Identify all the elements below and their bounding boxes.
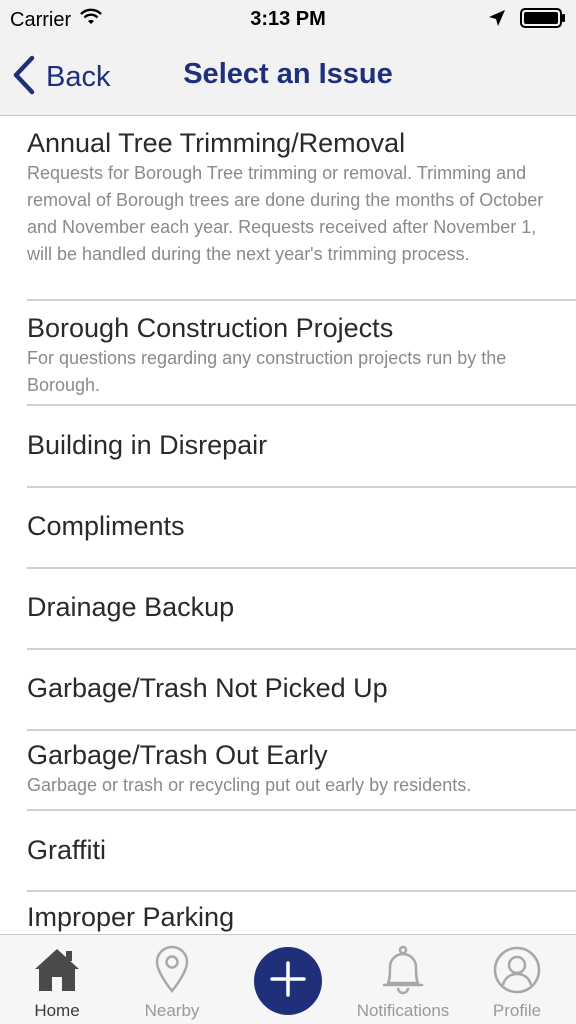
map-pin-icon [117,945,227,997]
tab-profile[interactable]: Profile [462,935,572,1024]
issue-description: For questions regarding any construction… [27,348,507,395]
issue-item-improper-parking[interactable]: Improper Parking [27,900,576,934]
issue-item-garbage-not-picked-up[interactable]: Garbage/Trash Not Picked Up [27,671,576,731]
status-right [488,8,566,34]
issue-item-annual-tree-trimming[interactable]: Annual Tree Trimming/Removal Requests fo… [27,126,576,301]
issue-item-borough-construction[interactable]: Borough Construction Projects For questi… [27,311,576,406]
plus-icon [268,959,308,1004]
issue-item-compliments[interactable]: Compliments [27,509,576,569]
issue-item-drainage-backup[interactable]: Drainage Backup [27,590,576,650]
tab-label: Notifications [356,1001,450,1020]
tab-label: Home [34,1001,80,1020]
issue-description: Requests for Borough Tree trimming or re… [27,163,544,264]
issue-title: Garbage/Trash Out Early [27,740,328,770]
issue-item-graffiti[interactable]: Graffiti [27,833,576,892]
issue-item-building-disrepair[interactable]: Building in Disrepair [27,428,576,488]
battery-icon [520,8,566,34]
issue-item-garbage-out-early[interactable]: Garbage/Trash Out Early Garbage or trash… [27,738,576,811]
issue-title: Borough Construction Projects [27,313,394,343]
status-bar: Carrier 3:13 PM [0,0,576,40]
issue-title: Annual Tree Trimming/Removal [27,128,406,158]
issue-title: Graffiti [27,835,107,865]
issue-title: Improper Parking [27,902,235,932]
location-arrow-icon [488,9,506,33]
issue-title: Building in Disrepair [27,430,268,460]
navigation-bar: Back Select an Issue [0,40,576,116]
issue-title: Garbage/Trash Not Picked Up [27,673,388,703]
issue-list: Annual Tree Trimming/Removal Requests fo… [0,116,576,934]
tab-bar: Home Nearby Notifications Profile [0,934,576,1024]
tab-label: Profile [492,1001,542,1020]
house-icon [2,945,112,997]
tab-label: Nearby [144,1001,200,1020]
issue-title: Compliments [27,511,185,541]
bell-icon [348,945,458,997]
user-circle-icon [462,945,572,997]
page-title: Select an Issue [183,58,393,90]
issue-title: Drainage Backup [27,592,235,622]
add-button[interactable] [254,947,322,1015]
issue-description: Garbage or trash or recycling put out ea… [27,775,472,795]
tab-nearby[interactable]: Nearby [117,935,227,1024]
tab-home[interactable]: Home [2,935,112,1024]
tab-notifications[interactable]: Notifications [348,935,458,1024]
